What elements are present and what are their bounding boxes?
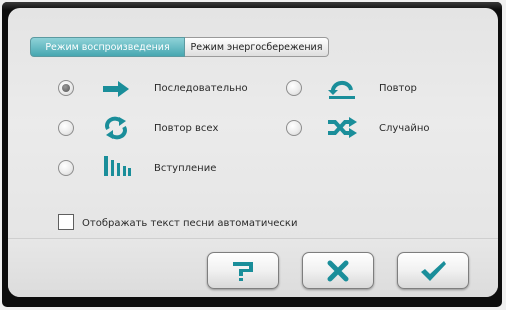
option-label-shuffle: Случайно [379, 123, 430, 134]
option-label-intro: Вступление [154, 163, 217, 174]
tab-power-saving-mode[interactable]: Режим энергосбережения [185, 37, 329, 57]
intro-icon [104, 156, 131, 176]
option-label-sequential: Последовательно [154, 83, 248, 94]
tab-playback-mode[interactable]: Режим воспроизведения [30, 37, 185, 57]
radio-sequential[interactable] [58, 80, 74, 96]
option-label-repeat-all: Повтор всех [154, 123, 219, 134]
cancel-button[interactable] [302, 252, 374, 289]
repeat-one-icon [328, 81, 355, 99]
option-label-repeat: Повтор [379, 83, 417, 94]
radio-shuffle[interactable] [286, 120, 302, 136]
help-icon [233, 261, 253, 281]
close-icon [327, 260, 349, 281]
repeat-all-icon [105, 116, 127, 140]
lyrics-checkbox[interactable] [58, 214, 74, 230]
help-button[interactable] [207, 252, 279, 289]
radio-repeat-all[interactable] [58, 120, 74, 136]
radio-intro[interactable] [58, 160, 74, 176]
ok-button[interactable] [397, 252, 469, 289]
check-icon [421, 260, 446, 281]
mode-tabs: Режим воспроизведения Режим энергосбереж… [30, 37, 329, 57]
radio-repeat[interactable] [286, 80, 302, 96]
shuffle-icon [328, 117, 357, 138]
arrow-right-icon [103, 81, 129, 97]
lyrics-checkbox-label: Отображать текст песни автоматически [82, 218, 298, 229]
